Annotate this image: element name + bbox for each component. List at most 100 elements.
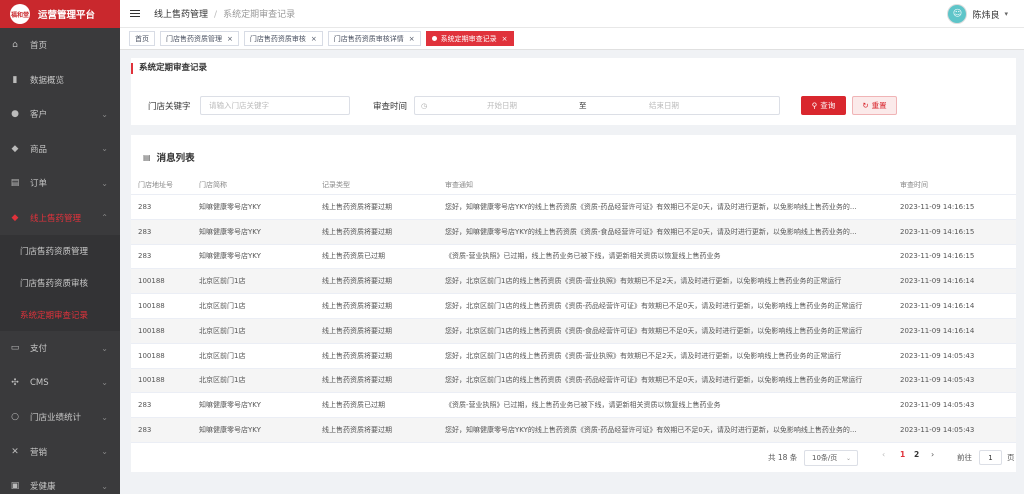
sidebar-subitem[interactable]: 门店售药资质管理 <box>0 235 120 267</box>
tab[interactable]: 门店售药资质审核详情 × <box>327 31 421 46</box>
record-type-cell: 线上售药资质将要过期 <box>322 202 392 211</box>
review-time-cell: 2023-11-09 14:05:43 <box>900 401 975 410</box>
user-name[interactable]: 陈炜良 <box>972 8 999 21</box>
reset-button-label: 重置 <box>871 101 887 110</box>
table-row[interactable]: 100188 北京区前门1店 线上售药资质将要过期 您好，北京区前门1店的线上售药资质… <box>131 368 1016 394</box>
avatar[interactable]: ☺ <box>947 4 968 24</box>
chevron-down-icon: ⌄ <box>101 481 108 491</box>
sidebar-item[interactable]: ✣ CMS ⌄ <box>0 366 120 401</box>
sidebar-item[interactable]: ⌂ 首页 <box>0 28 120 63</box>
sidebar-item[interactable]: ▤ 订单 ⌄ <box>0 166 120 201</box>
sidebar-item-label: 首页 <box>30 41 48 52</box>
table-row[interactable]: 100188 北京区前门1店 线上售药资质将要过期 您好，北京区前门1店的线上售药资质… <box>131 319 1016 344</box>
chevron-down-icon[interactable]: ▾ <box>1004 10 1008 18</box>
store-name-cell: 北京区前门1店 <box>199 277 246 286</box>
refresh-icon: ↻ <box>862 101 869 110</box>
query-button-label: 查询 <box>820 101 836 110</box>
page-number-active[interactable]: 1 <box>900 450 905 459</box>
store-name-cell: 北京区前门1店 <box>199 326 246 335</box>
table-card: ▤ 消息列表 门店地址号 门店简称 记录类型 审查通知 审查时间 283 知嘛健康零号店YK… <box>131 135 1016 472</box>
goto-page-input[interactable]: 1 <box>979 450 1002 465</box>
store-id-cell: 100188 <box>138 351 165 360</box>
sidebar-item[interactable]: ✕ 营销 ⌄ <box>0 435 120 470</box>
record-type-cell: 线上售药资质将要过期 <box>322 302 392 311</box>
prev-page-icon[interactable]: ‹ <box>882 450 885 459</box>
store-name-cell: 北京区前门1店 <box>199 302 246 311</box>
tab[interactable]: 门店售药资质审核 × <box>243 31 323 46</box>
keyword-input[interactable]: 请输入门店关键字 <box>200 96 350 115</box>
sidebar-item[interactable]: ◆ 线上售药管理 ⌃ <box>0 201 120 236</box>
close-icon[interactable]: × <box>227 35 233 43</box>
close-icon[interactable]: × <box>311 35 317 43</box>
close-icon[interactable]: × <box>502 35 508 43</box>
sidebar-item[interactable]: ▮ 数据概览 <box>0 63 120 98</box>
column-header: 门店简称 <box>199 180 227 189</box>
store-name-cell: 北京区前门1店 <box>199 351 246 360</box>
user-menu[interactable]: ☺ 陈炜良 ▾ <box>947 4 1008 24</box>
review-time-cell: 2023-11-09 14:05:43 <box>900 426 975 435</box>
document-icon: ▤ <box>143 152 151 162</box>
chevron-down-icon: ⌄ <box>101 144 108 154</box>
table-row[interactable]: 100188 北京区前门1店 线上售药资质将要过期 您好，北京区前门1店的线上售药资质… <box>131 344 1016 369</box>
tab[interactable]: 门店售药资质管理 × <box>160 31 239 46</box>
table-title: ▤ 消息列表 <box>143 150 195 165</box>
sidebar-subitem[interactable]: 门店售药资质审核 <box>0 267 120 299</box>
table-row[interactable]: 100188 北京区前门1店 线上售药资质将要过期 您好，北京区前门1店的线上售药资质… <box>131 294 1016 319</box>
goto-unit: 页 <box>1007 453 1015 462</box>
record-type-cell: 线上售药资质已过期 <box>322 401 385 410</box>
review-time-cell: 2023-11-09 14:05:43 <box>900 376 975 385</box>
query-button[interactable]: ⚲ 查询 <box>801 96 846 115</box>
date-range-picker[interactable]: ◷ 开始日期 至 结束日期 <box>414 96 780 115</box>
sidebar: 福和堂 运营管理平台 ⌂ 首页 ▮ 数据概览 ● 客户 ⌄ ◆ 商品 ⌄ ▤ 订单 ⌄ ◆ 线上售药管理 ⌃ 门… <box>0 0 120 494</box>
table-row[interactable]: 283 知嘛健康零号店YKY 线上售药资质将要过期 您好，知嘛健康零号店YKY的线上售… <box>131 219 1016 245</box>
table-row[interactable]: 283 知嘛健康零号店YKY 线上售药资质将要过期 您好，知嘛健康零号店YKY的线上售… <box>131 195 1016 220</box>
table-row[interactable]: 100188 北京区前门1店 线上售药资质将要过期 您好，北京区前门1店的线上售药资质… <box>131 269 1016 295</box>
notice-cell: 您好，知嘛健康零号店YKY的线上售药资质《资质-药品经营许可证》有效期已不足0天… <box>445 202 857 211</box>
brand-logo: 福和堂 <box>10 4 30 24</box>
reset-button[interactable]: ↻ 重置 <box>852 96 897 115</box>
sidebar-item-label: 客户 <box>30 110 48 121</box>
table-row[interactable]: 283 知嘛健康零号店YKY 线上售药资质已过期 《资质-营业执照》已过期，线上售药业… <box>131 245 1016 270</box>
notice-cell: 您好，北京区前门1店的线上售药资质《资质-药品经营许可证》有效期已不足0天，请及… <box>445 376 863 385</box>
breadcrumb-current: 系统定期审查记录 <box>223 10 296 20</box>
sidebar-item[interactable]: ▣ 爱健康 ⌄ <box>0 469 120 494</box>
column-header: 审查时间 <box>900 180 928 189</box>
store-name-cell: 知嘛健康零号店YKY <box>199 252 261 261</box>
review-time-cell: 2023-11-09 14:16:14 <box>900 302 975 311</box>
end-date-input[interactable]: 结束日期 <box>649 100 679 111</box>
breadcrumb-item[interactable]: 线上售药管理 <box>154 10 208 20</box>
chevron-up-icon: ⌃ <box>101 213 108 223</box>
sidebar-item[interactable]: ○ 门店业绩统计 ⌄ <box>0 400 120 435</box>
store-id-cell: 100188 <box>138 277 165 286</box>
sidebar-item[interactable]: ● 客户 ⌄ <box>0 97 120 132</box>
store-id-cell: 283 <box>138 426 152 435</box>
time-label: 审查时间 <box>373 102 408 112</box>
breadcrumb: 线上售药管理 / 系统定期审查记录 <box>154 7 295 20</box>
notice-cell: 《资质-营业执照》已过期，线上售药业务已被下线，请更新相关资质以恢复线上售药业务 <box>445 401 721 410</box>
sidebar-subitem[interactable]: 系统定期审查记录 <box>0 299 120 331</box>
chevron-down-icon: ⌄ <box>101 109 108 119</box>
header: 线上售药管理 / 系统定期审查记录 ☺ 陈炜良 ▾ <box>120 0 1024 28</box>
review-time-cell: 2023-11-09 14:16:15 <box>900 252 975 261</box>
goto-label: 前往 <box>957 453 972 462</box>
table-row[interactable]: 283 知嘛健康零号店YKY 线上售药资质将要过期 您好，知嘛健康零号店YKY的线上售… <box>131 418 1016 443</box>
next-page-icon[interactable]: › <box>931 450 934 459</box>
tab[interactable]: 系统定期审查记录 × <box>425 31 514 46</box>
page-number[interactable]: 2 <box>914 450 919 459</box>
store-id-cell: 283 <box>138 252 152 261</box>
start-date-input[interactable]: 开始日期 <box>487 100 517 111</box>
page-size-value: 10条/页 <box>812 454 838 462</box>
sidebar-item[interactable]: ◆ 商品 ⌄ <box>0 132 120 167</box>
review-time-cell: 2023-11-09 14:16:15 <box>900 227 975 236</box>
review-time-cell: 2023-11-09 14:16:14 <box>900 326 975 335</box>
cms-icon: ✣ <box>11 377 19 388</box>
menu-toggle-icon[interactable] <box>130 9 140 18</box>
record-type-cell: 线上售药资质将要过期 <box>322 277 392 286</box>
tab[interactable]: 首页 <box>129 31 155 46</box>
page-size-select[interactable]: 10条/页 ⌄ <box>804 450 858 466</box>
column-header: 门店地址号 <box>138 180 173 189</box>
record-type-cell: 线上售药资质将要过期 <box>322 227 392 236</box>
table-row[interactable]: 283 知嘛健康零号店YKY 线上售药资质已过期 《资质-营业执照》已过期，线上售药业… <box>131 393 1016 419</box>
sidebar-item[interactable]: ▭ 支付 ⌄ <box>0 331 120 366</box>
close-icon[interactable]: × <box>409 35 415 43</box>
